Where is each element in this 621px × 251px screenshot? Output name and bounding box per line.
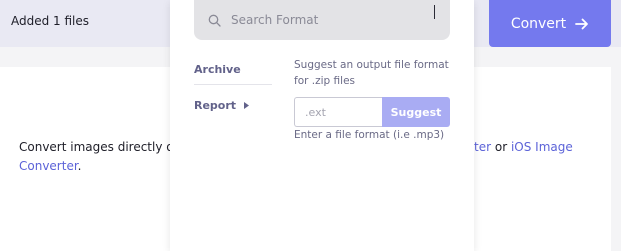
period-text: . xyxy=(77,159,82,173)
suggest-hint: Suggest an output file format for .zip f… xyxy=(294,59,449,87)
category-report-label: Report xyxy=(194,99,237,112)
format-search-input[interactable] xyxy=(231,13,421,27)
added-files-label: Added 1 files xyxy=(11,14,90,28)
arrow-right-icon xyxy=(575,18,589,29)
category-report[interactable]: Report xyxy=(194,99,250,112)
convert-button[interactable]: Convert xyxy=(489,0,611,47)
or-text: or xyxy=(494,140,508,154)
suggest-format-row: Suggest xyxy=(294,97,450,127)
extension-help: Enter a file format (i.e .mp3) xyxy=(294,129,445,141)
image-converter-link[interactable]: ter xyxy=(474,140,491,154)
category-divider xyxy=(194,84,272,85)
suggest-button[interactable]: Suggest xyxy=(382,97,450,127)
ios-image-converter-link-cont[interactable]: Converter xyxy=(19,159,78,173)
format-dropdown: Archive Report Suggest an output file fo… xyxy=(170,0,474,251)
format-search[interactable] xyxy=(194,0,450,40)
description-text-right: ter or iOS Image xyxy=(474,138,621,157)
description-text-left: Convert images directly or xyxy=(19,140,179,154)
search-icon xyxy=(208,14,221,27)
convert-button-label: Convert xyxy=(510,15,567,32)
extension-input[interactable] xyxy=(294,97,382,127)
text-cursor xyxy=(434,5,435,19)
ios-image-converter-link[interactable]: iOS Image xyxy=(511,140,573,154)
description-text-line2: Converter. xyxy=(19,157,82,176)
caret-right-icon xyxy=(244,102,250,109)
category-archive[interactable]: Archive xyxy=(194,63,241,76)
